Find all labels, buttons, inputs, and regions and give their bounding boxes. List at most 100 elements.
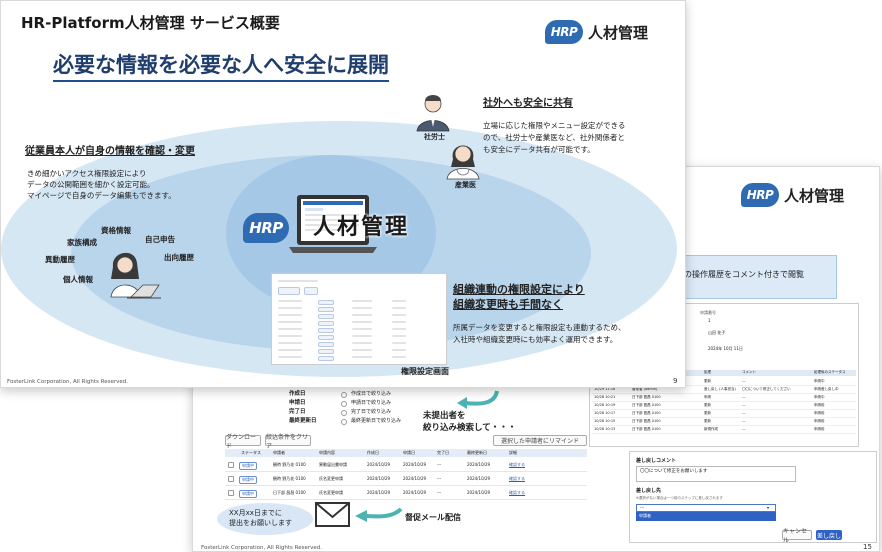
filter-callout: 絞り込み検索して・・・	[423, 423, 517, 433]
return-submit-button[interactable]: 差し戻し	[816, 530, 842, 540]
role-label: 産業医	[455, 181, 476, 189]
comment-textarea[interactable]: 〇〇について修正をお願いします	[636, 466, 796, 482]
table-col: 申請内容	[319, 450, 335, 455]
select-option-highlighted[interactable]: 申請者	[636, 512, 776, 521]
table-cell: 2024/10/29	[403, 490, 427, 495]
table-cell: ---	[437, 490, 442, 495]
detail-label: 申請番号	[700, 310, 716, 315]
filter-checkbox[interactable]	[341, 401, 347, 407]
external-body: 立場に応じた権限やメニュー設定ができる	[483, 121, 626, 130]
filter-checkbox[interactable]	[341, 419, 347, 425]
footer: FosterLink Corporation, All Rights Reser…	[7, 379, 129, 385]
log-row: 10/28 10:17 日下部 昌昌 0100 更新 --- 申請前	[592, 410, 856, 418]
permission-row-mark	[352, 314, 372, 316]
detail-link[interactable]: 確認する	[509, 476, 525, 481]
table-cell: 2024/10/29	[403, 476, 427, 481]
log-cell: 日下部 昌昌 0100	[632, 419, 661, 423]
feature-banner-text: の操作履歴をコメント付きで閲覧	[684, 270, 804, 279]
log-cell: ---	[742, 395, 746, 399]
permission-row-mark	[278, 300, 302, 302]
slides-stage: HRP 人材管理 の操作履歴をコメント付きで閲覧 申請番号 1 山田 花子 20…	[0, 0, 882, 552]
hrp-badge: HRP	[243, 213, 289, 243]
log-cell: 10/28 10:15	[594, 419, 616, 423]
filter-label: 申請日	[289, 400, 306, 406]
status-badge: 申請中	[239, 490, 257, 498]
permission-row-mark	[352, 342, 372, 344]
log-col: 処理	[704, 370, 711, 374]
table-cell: ---	[437, 476, 442, 481]
log-cell: 〇〇について修正してください	[742, 387, 791, 391]
log-col: 処理後のステータス	[814, 370, 846, 374]
log-cell: 更新	[704, 411, 711, 415]
permission-row-mark	[318, 328, 334, 333]
info-tag: 個人情報	[63, 275, 93, 284]
filter-checkbox[interactable]	[341, 392, 347, 398]
employee-body: データの公開範囲を細かく設定可能。	[27, 180, 155, 189]
permission-row-mark	[278, 335, 302, 337]
org-body: 入社時や組織変更時にも効率よく運用できます。	[453, 335, 618, 344]
cancel-button[interactable]: キャンセル	[782, 528, 812, 544]
table-col: 申請日	[403, 450, 415, 455]
table-cell: ---	[437, 462, 442, 467]
comment-label: 差し戻しコメント	[636, 458, 677, 464]
table-col: 申請者	[273, 450, 285, 455]
remind-button[interactable]: 選択した申請者にリマインド	[493, 435, 587, 446]
table-cell: 異動届出書申請	[319, 462, 347, 467]
filter-checkbox[interactable]	[341, 410, 347, 416]
table-cell: 氏名変更申請	[319, 476, 343, 481]
permission-row-mark	[318, 335, 334, 340]
info-tag: 出向履歴	[164, 253, 194, 262]
permission-row-mark	[318, 342, 334, 347]
filter-label: 最終更新日	[289, 418, 317, 424]
detail-link[interactable]: 確認する	[509, 462, 525, 467]
log-row: 10/28 10:15 日下部 昌昌 0100 更新 --- 申請前	[592, 418, 856, 426]
row-checkbox[interactable]	[228, 476, 234, 482]
permission-row-mark	[278, 328, 302, 330]
log-row: 10/28 10:13 日下部 昌昌 0100 新規作成 --- 申請前	[592, 426, 856, 434]
log-cell: 更新	[704, 403, 711, 407]
log-cell: 10/28 10:17	[594, 411, 616, 415]
permission-row-mark	[352, 349, 372, 351]
return-hint: ※選択がない場合は一つ前のステップに差し戻されます	[636, 496, 723, 500]
center-logo-text: 人材管理	[313, 215, 410, 240]
table-col: 詳細	[509, 450, 517, 455]
permission-row-mark	[392, 349, 406, 351]
applicant-table-header: ステータス 申請者 申請内容 作成日 申請日 完了日 最終更新日 詳細	[225, 449, 587, 457]
envelope-icon	[315, 502, 350, 527]
table-row: 申請中 観時 野乃花 0100 異動届出書申請 2024/10/29 2024/10/2…	[225, 459, 587, 472]
headline: 必要な情報を必要な人へ安全に展開	[53, 51, 389, 83]
table-col: ステータス	[241, 450, 261, 455]
back-logo: HRP 人材管理	[741, 183, 844, 207]
role-label: 社労士	[424, 133, 445, 141]
filter-option: 作成日で絞り込み	[351, 391, 392, 397]
external-body: ので、社労士や産業医など、社外関係者と	[483, 133, 625, 142]
log-cell: 申請差し戻し中	[814, 387, 839, 391]
logo-text: 人材管理	[588, 23, 649, 42]
permission-row-mark	[278, 321, 302, 323]
clear-filters-button[interactable]: 絞込条件をクリア	[265, 434, 311, 450]
table-cell: 2024/10/29	[467, 476, 491, 481]
return-select[interactable]: --- ▾	[636, 504, 776, 512]
row-checkbox[interactable]	[228, 462, 234, 468]
log-cell: 申請中	[814, 379, 825, 383]
detail-link[interactable]: 確認する	[509, 490, 525, 495]
logo-text: 人材管理	[784, 186, 845, 205]
table-col: 完了日	[437, 450, 449, 455]
employee-body: マイページで自身のデータ編集もできます。	[27, 191, 176, 200]
slide-title: HR-Platform人材管理 サービス概要	[21, 14, 280, 32]
table-cell: 2024/10/29	[467, 490, 491, 495]
log-col: コメント	[742, 370, 756, 374]
permission-row-mark	[318, 321, 334, 326]
permission-caption: 権限設定画面	[401, 367, 449, 376]
industrial-doctor-icon	[446, 145, 480, 180]
log-cell: 申請前	[814, 427, 825, 431]
row-checkbox[interactable]	[228, 490, 234, 496]
permission-row-mark	[392, 300, 406, 302]
reminder-bubble: XX月xx日までに 提出をお願いします	[217, 503, 313, 535]
front-slide: HR-Platform人材管理 サービス概要 HRP 人材管理 必要な情報を必要…	[0, 0, 686, 388]
download-button[interactable]: ダウンロード	[225, 434, 261, 450]
permission-row-mark	[278, 342, 302, 344]
permission-row-mark	[278, 307, 302, 309]
comment-text: 〇〇について修正をお願いします	[640, 469, 708, 474]
select-option: 申請者	[639, 513, 651, 518]
